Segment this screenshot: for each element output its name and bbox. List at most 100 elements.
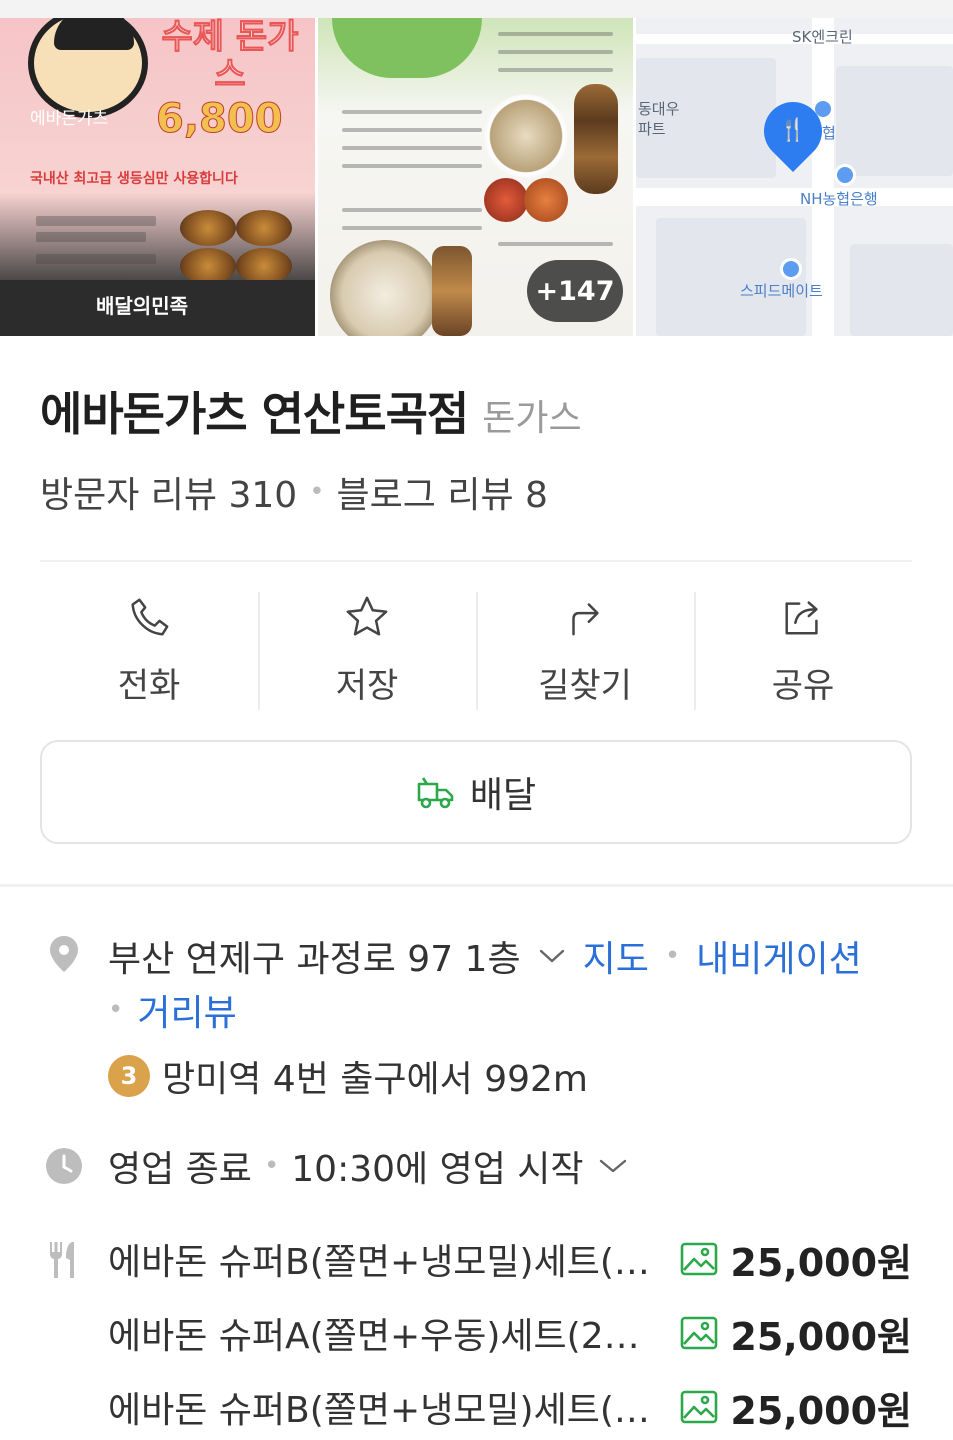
menu-text-line xyxy=(498,50,613,54)
address-text[interactable]: 부산 연제구 과정로 97 1층 xyxy=(108,930,521,982)
menu-item-name: 에바돈 슈퍼A(쫄면+우동)세트(2인분) xyxy=(108,1316,669,1357)
poster-price: 6,800 xyxy=(156,96,284,143)
divider xyxy=(40,560,912,562)
directions-button[interactable]: 길찾기 xyxy=(476,592,694,710)
poster-text-line xyxy=(36,254,156,264)
address-row-2: • 거리뷰 xyxy=(108,984,237,1036)
poi-dot xyxy=(780,258,802,280)
map-label-sk: SK엔크린 xyxy=(792,28,853,46)
business-hours-row[interactable]: 영업 종료 • 10:30에 영업 시작 xyxy=(108,1140,630,1192)
map-label-hyup: 협 xyxy=(822,124,836,142)
chevron-down-icon[interactable] xyxy=(596,1155,630,1177)
image-icon xyxy=(681,1242,718,1276)
share-button[interactable]: 공유 xyxy=(694,592,912,710)
menu-item-name: 에바돈 슈퍼B(쫄면+냉모밀)세트(2인분) xyxy=(108,1242,669,1283)
map-block xyxy=(850,244,953,336)
map-label-daewoo: 동대우 xyxy=(638,100,680,118)
phone-icon xyxy=(131,598,169,636)
location-pin-icon xyxy=(50,936,78,972)
menu-text-line xyxy=(342,146,482,150)
mascot-image xyxy=(28,18,148,118)
map-label-speedmate: 스피드메이트 xyxy=(740,282,823,300)
delivery-button[interactable]: 배달 xyxy=(40,740,912,844)
visitor-review-link[interactable]: 방문자 리뷰 310 xyxy=(40,466,297,518)
action-bar: 전화 저장 길찾기 공유 xyxy=(40,592,912,710)
call-button[interactable]: 전화 xyxy=(40,592,258,710)
street-view-link[interactable]: 거리뷰 xyxy=(137,984,236,1036)
fork-knife-icon xyxy=(50,1242,74,1278)
delivery-truck-icon xyxy=(417,777,454,809)
poster-brand: 에바돈가츠 xyxy=(30,109,109,129)
clock-icon xyxy=(46,1148,82,1184)
menu-item-price: 25,000원 xyxy=(730,1388,912,1433)
menu-item[interactable]: 에바돈 슈퍼B(쫄면+냉모밀)세트(2인분) 25,000원 xyxy=(108,1382,912,1433)
image-icon xyxy=(681,1390,718,1424)
menu-item-name: 에바돈 슈퍼B(쫄면+냉모밀)세트(2인분) xyxy=(108,1390,669,1431)
map-label-nh: NH농협은행 xyxy=(800,190,878,208)
star-icon xyxy=(346,596,388,636)
map-block xyxy=(836,66,953,176)
menu-item[interactable]: 에바돈 슈퍼A(쫄면+우동)세트(2인분) 25,000원 xyxy=(108,1308,912,1359)
menu-text-line xyxy=(498,242,613,246)
call-label: 전화 xyxy=(117,666,181,706)
menu-text-line xyxy=(342,110,482,114)
menu-item-price: 25,000원 xyxy=(730,1314,912,1359)
map-thumbnail[interactable]: SK엔크린 NH농협은행 스피드메이트 동대우 파트 협 🍴 xyxy=(636,18,953,336)
menu-item[interactable]: 에바돈 슈퍼B(쫄면+냉모밀)세트(2인분) 25,000원 xyxy=(108,1234,912,1285)
gallery-photo-menu-board[interactable]: +147 xyxy=(318,18,633,336)
directions-label: 길찾기 xyxy=(538,666,632,706)
save-button[interactable]: 저장 xyxy=(258,592,476,710)
more-photos-badge[interactable]: +147 xyxy=(527,260,623,322)
subway-line-badge: 3 xyxy=(108,1055,150,1097)
dish-image xyxy=(574,84,618,194)
dish-image xyxy=(180,248,236,284)
poi-dot xyxy=(834,164,856,186)
dish-image xyxy=(484,94,568,178)
dish-image xyxy=(330,240,440,336)
poster-text-line xyxy=(36,216,156,226)
poster-title: 수제 돈가스 xyxy=(161,18,299,95)
blog-review-link[interactable]: 블로그 리뷰 8 xyxy=(337,466,548,518)
review-summary: 방문자 리뷰 310 • 블로그 리뷰 8 xyxy=(40,466,548,518)
poster-footer-text: 배달의민족 xyxy=(96,294,188,318)
photo-gallery: 에바돈가츠 수제 돈가스 6,800 국내산 최고급 생등심만 사용합니다 배달… xyxy=(0,18,953,336)
opening-time: 10:30에 영업 시작 xyxy=(291,1149,584,1190)
dish-image xyxy=(236,210,292,246)
subway-directions: 망미역 4번 출구에서 992m xyxy=(162,1059,588,1100)
menu-text-line xyxy=(498,32,613,36)
separator-dot: • xyxy=(664,941,681,971)
menu-header-graphic xyxy=(332,18,482,78)
menu-text-line xyxy=(342,128,482,132)
chevron-down-icon[interactable] xyxy=(537,945,567,967)
separator-dot: • xyxy=(263,1151,280,1181)
address-row: 부산 연제구 과정로 97 1층 지도 • 내비게이션 xyxy=(108,930,862,982)
separator-dot: • xyxy=(108,995,124,1025)
menu-text-line xyxy=(342,226,482,230)
poster-footer: 배달의민족 xyxy=(0,280,315,336)
business-status: 영업 종료 xyxy=(108,1149,252,1190)
poster-banner: 국내산 최고급 생등심만 사용합니다 xyxy=(30,171,238,187)
share-icon xyxy=(785,601,818,635)
dish-image xyxy=(524,178,568,222)
dish-image xyxy=(484,178,528,222)
fork-knife-icon: 🍴 xyxy=(779,118,807,143)
navigation-link[interactable]: 내비게이션 xyxy=(696,930,862,982)
map-road xyxy=(636,188,953,206)
gallery-photo-menu-poster[interactable]: 에바돈가츠 수제 돈가스 6,800 국내산 최고급 생등심만 사용합니다 배달… xyxy=(0,18,315,336)
map-label-apt: 파트 xyxy=(638,120,666,138)
image-icon xyxy=(681,1316,718,1350)
menu-text-line xyxy=(342,164,482,168)
section-divider xyxy=(0,884,953,887)
subway-info: 3 망미역 4번 출구에서 992m xyxy=(108,1050,588,1102)
menu-item-price: 25,000원 xyxy=(730,1240,912,1285)
dish-image xyxy=(432,246,472,336)
dish-image xyxy=(236,248,292,284)
place-header: 에바돈가츠 연산토곡점 돈가스 xyxy=(40,378,582,444)
save-label: 저장 xyxy=(335,666,399,706)
dish-image xyxy=(180,210,236,246)
map-link[interactable]: 지도 xyxy=(583,930,649,982)
place-name: 에바돈가츠 연산토곡점 xyxy=(40,387,469,441)
top-strip xyxy=(0,0,953,18)
menu-text-line xyxy=(498,68,613,72)
menu-text-line xyxy=(342,208,482,212)
